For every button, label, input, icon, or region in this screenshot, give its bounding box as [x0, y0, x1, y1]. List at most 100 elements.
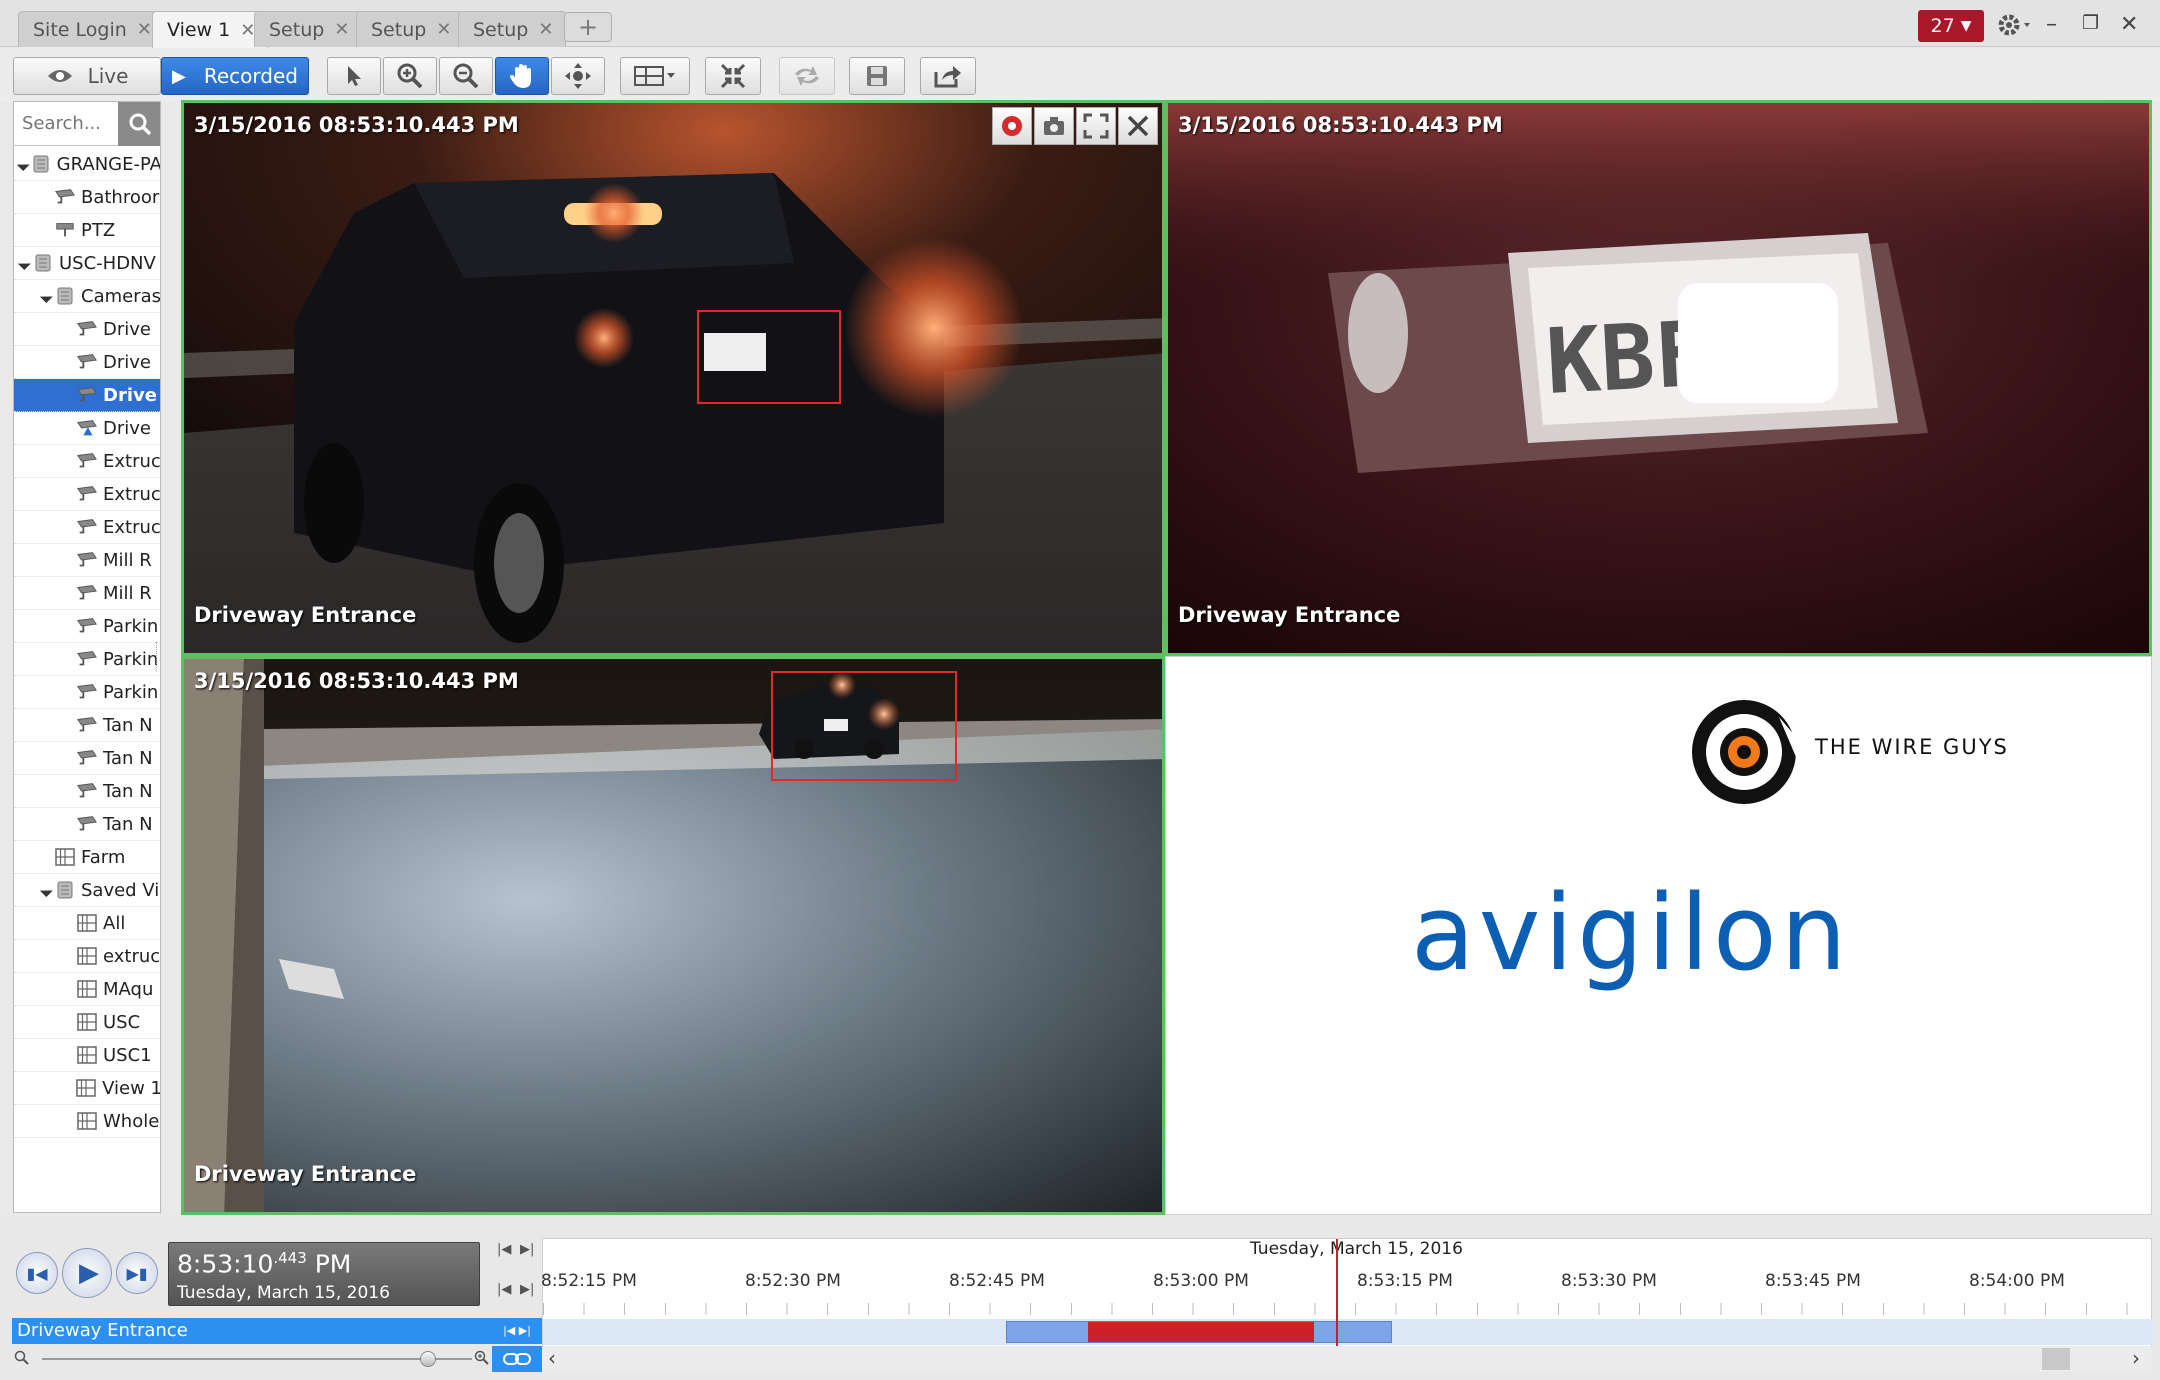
event-segment[interactable]	[1088, 1322, 1314, 1342]
zoom-in-button[interactable]	[383, 57, 437, 95]
tree-node[interactable]: ◢ Cameras	[14, 280, 160, 313]
close-icon[interactable]: ✕	[538, 19, 553, 40]
zoom-out-button[interactable]	[439, 57, 493, 95]
tree-node[interactable]: Parkin	[14, 610, 160, 643]
camera-icon	[76, 617, 98, 635]
playhead[interactable]	[1336, 1239, 1338, 1347]
tree-node[interactable]: Mill R	[14, 544, 160, 577]
eye-icon	[47, 70, 72, 82]
gear-icon[interactable]	[1996, 10, 2036, 46]
restore-icon[interactable]: ❐	[2082, 12, 2099, 34]
close-window-icon[interactable]: ✕	[2120, 12, 2138, 37]
tree-node[interactable]: Farm	[14, 841, 160, 874]
tree-node[interactable]: Drive	[14, 346, 160, 379]
timeline-date: Tuesday, March 15, 2016	[1250, 1239, 1463, 1259]
camera-snapshot-icon	[1044, 117, 1064, 135]
zoom-slider[interactable]	[12, 1346, 492, 1372]
scroll-thumb[interactable]	[2042, 1348, 2070, 1370]
minimize-icon[interactable]: –	[2046, 12, 2057, 37]
chevron-right-icon[interactable]: ›	[2132, 1346, 2140, 1370]
camera-row-nav[interactable]: |◀ ▶|	[492, 1318, 542, 1344]
logo-pane[interactable]: THE WIRE GUYS avigilon	[1165, 656, 2152, 1215]
tree-node[interactable]: Drive	[14, 313, 160, 346]
play-button[interactable]: ▶	[62, 1248, 112, 1298]
timeline[interactable]: Tuesday, March 15, 2016 8:52:15 PM 8:52:3…	[541, 1238, 2153, 1358]
chevron-left-icon[interactable]: ‹	[548, 1346, 556, 1370]
tree-node[interactable]: Drive	[14, 412, 160, 445]
tab-setup-1[interactable]: Setup ✕	[254, 11, 363, 47]
jump-end-icon[interactable]: ▶|	[520, 1242, 534, 1257]
tree-node[interactable]: Drive	[14, 379, 160, 412]
tree-node-label: All	[103, 912, 126, 934]
tree-node[interactable]: Extruc	[14, 511, 160, 544]
step-back-icon: ▮◀	[26, 1263, 48, 1283]
tree-node[interactable]: ◢ GRANGE-PA	[14, 148, 160, 181]
camera-icon	[76, 584, 98, 602]
recorded-button[interactable]: ▶ Recorded	[161, 57, 309, 95]
video-pane-1[interactable]: 3/15/2016 08:53:10.443 PM Driveway Entra…	[181, 100, 1165, 656]
select-tool-button[interactable]	[327, 57, 381, 95]
search-input[interactable]	[16, 104, 118, 142]
snapshot-button[interactable]	[1034, 107, 1074, 145]
tree-node[interactable]: Parkin	[14, 676, 160, 709]
close-pane-button[interactable]	[1118, 107, 1158, 145]
tree-node[interactable]: PTZ	[14, 214, 160, 247]
alarm-badge[interactable]: 27 ▼	[1918, 10, 1984, 42]
sync-button[interactable]	[779, 57, 835, 95]
tree-node[interactable]: Tan N	[14, 808, 160, 841]
tree-node[interactable]: Mill R	[14, 577, 160, 610]
tree-node[interactable]: ◢ Saved Vi	[14, 874, 160, 907]
link-button[interactable]	[492, 1346, 542, 1372]
export-button[interactable]	[920, 57, 976, 95]
tree-node[interactable]: View 1	[14, 1072, 160, 1105]
tree-node[interactable]: Tan N	[14, 775, 160, 808]
tree-node[interactable]: Extruc	[14, 445, 160, 478]
tree-node[interactable]: extruc	[14, 940, 160, 973]
tree-node[interactable]: Tan N	[14, 709, 160, 742]
pan-tool-button[interactable]	[495, 57, 549, 95]
close-icon[interactable]: ✕	[436, 19, 451, 40]
tree-node-label: PTZ	[81, 219, 116, 241]
tree-node[interactable]: Parkin	[14, 643, 160, 676]
tab-setup-2[interactable]: Setup ✕	[356, 11, 465, 47]
tree-node[interactable]: All	[14, 907, 160, 940]
video-pane-3[interactable]: 3/15/2016 08:53:10.443 PM Driveway Entra…	[181, 656, 1165, 1215]
jump-end-icon[interactable]: ▶|	[520, 1282, 534, 1297]
camera-icon	[76, 815, 98, 833]
ptz-tool-button[interactable]	[551, 57, 605, 95]
tree-node[interactable]: Bathroor	[14, 181, 160, 214]
tab-view-1[interactable]: View 1 ✕	[152, 11, 269, 48]
slider-thumb[interactable]	[420, 1351, 436, 1367]
timeline-scrollbar[interactable]: ‹ ›	[542, 1346, 2152, 1372]
jump-start-icon[interactable]: |◀	[497, 1282, 511, 1297]
timeline-camera-row[interactable]: Driveway Entrance	[12, 1318, 542, 1344]
tree-node[interactable]: MAqu	[14, 973, 160, 1006]
save-button[interactable]	[849, 57, 905, 95]
pane-camera-name: Driveway Entrance	[1178, 603, 1401, 627]
maximize-button[interactable]	[1076, 107, 1116, 145]
save-icon	[867, 66, 887, 86]
tree-node[interactable]: Tan N	[14, 742, 160, 775]
tab-setup-3[interactable]: Setup ✕	[458, 11, 567, 47]
sidebar-resize-handle[interactable]	[156, 642, 160, 672]
step-back-button[interactable]: ▮◀	[16, 1252, 58, 1294]
jump-start-icon[interactable]: |◀	[497, 1242, 511, 1257]
step-forward-button[interactable]: ▶▮	[116, 1252, 158, 1294]
live-button[interactable]: Live	[13, 57, 161, 95]
tab-site-login[interactable]: Site Login ✕	[18, 11, 165, 47]
tree-node[interactable]: Extruc	[14, 478, 160, 511]
tree-node[interactable]: USC1	[14, 1039, 160, 1072]
search-button[interactable]	[118, 102, 160, 146]
fullscreen-layout-button[interactable]	[705, 57, 761, 95]
tree-node-label: Farm	[81, 846, 126, 868]
video-pane-2[interactable]: KBF 3/15/2016 08:53:10.443 PM Driveway E…	[1165, 100, 2152, 656]
layout-button[interactable]	[620, 57, 690, 95]
time-ampm: PM	[314, 1249, 352, 1279]
tree-node[interactable]: ◢ USC-HDNV	[14, 247, 160, 280]
record-button[interactable]	[992, 107, 1032, 145]
close-icon[interactable]: ✕	[334, 19, 349, 40]
add-tab-button[interactable]: +	[564, 12, 612, 42]
tree-node[interactable]: USC	[14, 1006, 160, 1039]
close-icon[interactable]: ✕	[137, 19, 152, 40]
tree-node[interactable]: Whole	[14, 1105, 160, 1138]
